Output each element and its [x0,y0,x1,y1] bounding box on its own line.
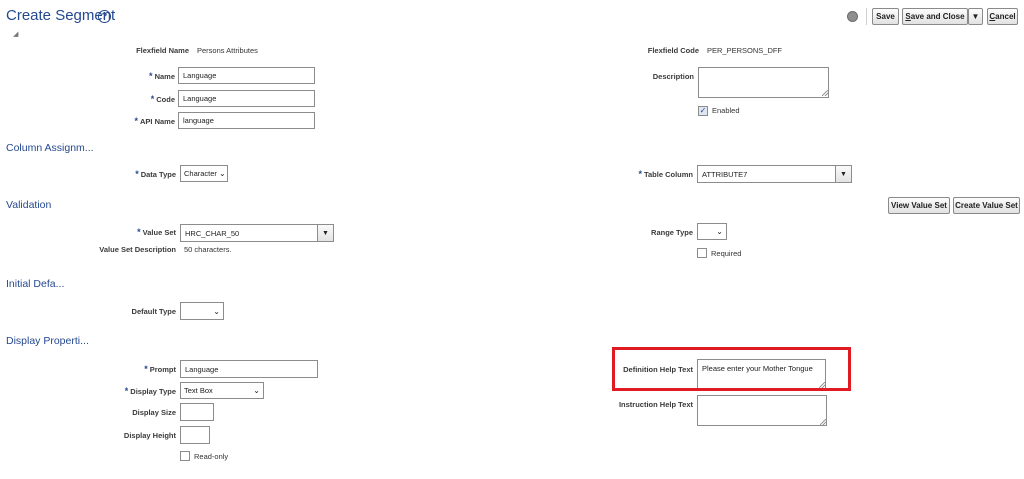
default-type-label: Default Type [131,307,176,316]
range-type-label: Range Type [651,228,693,237]
collapse-icon[interactable]: ◢ [13,30,18,38]
name-label: * Name [149,71,175,82]
value-set-label: * Value Set [137,227,176,238]
required-indicator: * [135,169,139,179]
code-label: * Code [151,94,175,105]
globe-icon[interactable] [847,11,858,22]
save-options-dropdown-button[interactable]: ▼ [968,8,983,25]
display-size-input[interactable] [180,403,214,421]
value-set-label-text: Value Set [142,228,176,237]
display-type-select[interactable]: Text Box ⌄ [180,382,264,399]
code-input[interactable]: Language [178,90,315,107]
display-type-value: Text Box [184,386,213,395]
flexfield-code-value: PER_PERSONS_DFF [707,46,783,55]
display-height-input[interactable] [180,426,210,444]
highlight-annotation-box [612,347,851,391]
save-and-close-button[interactable]: Save and Close [902,8,968,25]
name-input[interactable]: Language [178,67,315,84]
default-type-select[interactable]: ⌄ [180,302,224,320]
dropdown-arrow-icon[interactable]: ▼ [317,225,333,241]
enabled-label: Enabled [712,106,740,115]
required-indicator: * [638,169,642,179]
table-column-lov[interactable]: ATTRIBUTE7 ▼ [697,165,852,183]
enabled-checkbox[interactable]: ✓ [698,106,708,116]
chevron-down-icon: ⌄ [213,306,220,316]
name-label-text: Name [154,72,175,81]
value-set-lov[interactable]: HRC_CHAR_50 ▼ [180,224,334,242]
flexfield-code-label: Flexfield Code [647,46,699,55]
section-column-assignment[interactable]: Column Assignm... [6,142,94,154]
required-indicator: * [137,227,141,237]
save-button[interactable]: Save [872,8,899,25]
flexfield-name-value: Persons Attributes [197,46,258,55]
description-textarea[interactable] [698,67,829,98]
cancel-label: ancel [995,12,1016,21]
api-name-input[interactable]: language [178,112,315,129]
help-icon[interactable]: ? [98,10,111,23]
api-name-label-text: API Name [139,117,175,126]
range-type-select[interactable]: ⌄ [697,223,727,240]
required-indicator: * [144,364,148,374]
required-indicator: * [150,94,155,104]
display-size-label: Display Size [132,408,176,417]
code-label-text: Code [156,95,175,104]
table-column-label: * Table Column [638,169,693,180]
read-only-label: Read-only [194,452,229,461]
table-column-label-text: Table Column [643,170,693,179]
value-set-value: HRC_CHAR_50 [185,228,240,238]
description-label: Description [652,72,694,81]
display-height-label: Display Height [123,431,176,440]
section-validation[interactable]: Validation [6,199,51,211]
save-and-close-label: ave and Close [910,12,965,21]
data-type-select[interactable]: Character ⌄ [180,165,228,182]
prompt-label-text: Prompt [149,365,176,374]
display-type-label: * Display Type [125,386,176,397]
view-value-set-button[interactable]: View Value Set [888,197,950,214]
display-type-label-text: Display Type [130,387,176,396]
read-only-checkbox[interactable] [180,451,190,461]
section-display-properties[interactable]: Display Properti... [6,335,89,347]
create-value-set-button[interactable]: Create Value Set [953,197,1020,214]
chevron-down-icon: ⌄ [253,386,260,395]
required-indicator: * [134,116,138,126]
required-checkbox[interactable] [697,248,707,258]
data-type-label-text: Data Type [140,170,176,179]
required-indicator: * [149,71,153,81]
dropdown-arrow-icon[interactable]: ▼ [835,166,851,182]
cancel-button[interactable]: Cancel [987,8,1018,25]
prompt-input[interactable]: Language [180,360,318,378]
api-name-label: * API Name [134,116,175,127]
chevron-down-icon: ⌄ [218,169,226,178]
table-column-value: ATTRIBUTE7 [702,169,748,179]
flexfield-name-label: Flexfield Name [136,46,189,55]
required-indicator: * [124,386,129,396]
data-type-label: * Data Type [135,169,176,180]
instruction-help-text-label: Instruction Help Text [618,400,693,409]
value-set-description-label: Value Set Description [99,245,176,254]
data-type-value: Character [184,169,217,178]
value-set-description-value: 50 characters. [184,245,232,254]
instruction-help-resize-handle[interactable] [820,419,827,426]
toolbar-separator [866,8,867,25]
chevron-down-icon: ⌄ [716,227,723,236]
section-initial-default[interactable]: Initial Defa... [6,278,64,290]
description-resize-handle[interactable] [822,90,829,97]
instruction-help-text-textarea[interactable] [697,395,827,426]
required-label: Required [711,249,742,258]
prompt-label: * Prompt [144,364,176,375]
